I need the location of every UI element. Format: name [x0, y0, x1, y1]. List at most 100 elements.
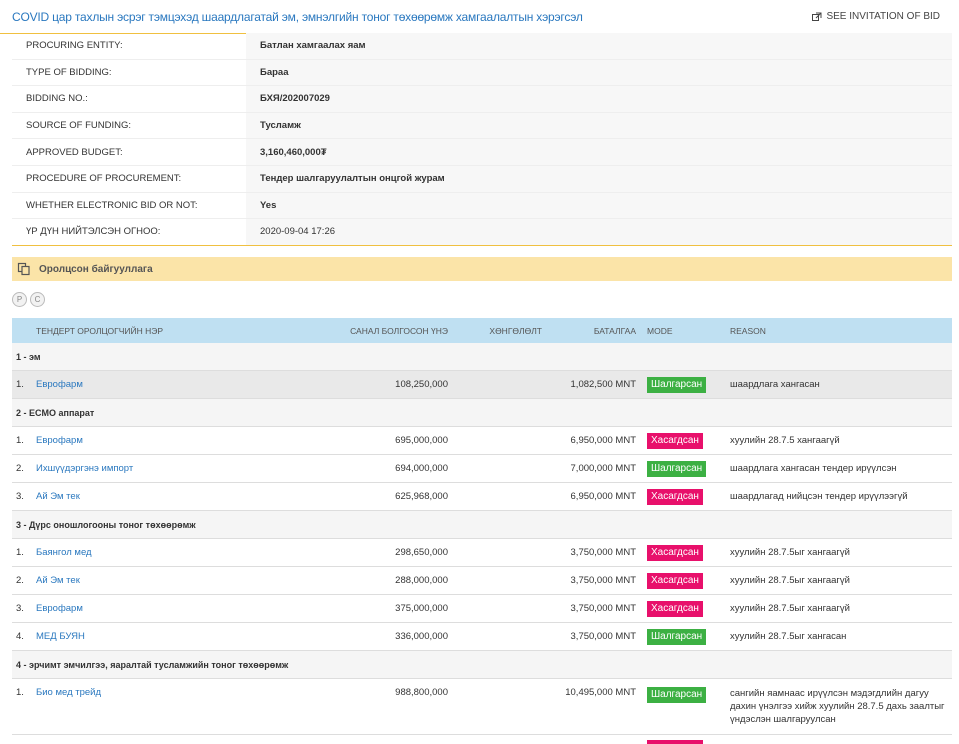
info-row: TYPE OF BIDDING: Бараа [12, 59, 952, 87]
row-number: 1. [16, 687, 24, 698]
bid-reason: шаардлага хангасан тендер ирүүлсэн [730, 463, 897, 474]
status-badge: Хасагдсан [647, 600, 703, 617]
info-label: TYPE OF BIDDING: [26, 66, 112, 78]
bidder-link[interactable]: Ай Эм тек [36, 575, 246, 586]
bid-price: 625,968,000 [395, 491, 448, 502]
bidder-link[interactable]: Био мед трейд [36, 687, 246, 698]
status-badge: Шалгарсан [647, 687, 707, 703]
page-header: COVID цар тахлын эсрэг тэмцэхэд шаардлаг… [0, 0, 952, 34]
table-row: 1. Био мед трейд 988,800,000 10,495,000 … [12, 679, 952, 735]
bid-price: 336,000,000 [395, 631, 448, 642]
info-label: WHETHER ELECTRONIC BID OR NOT: [26, 199, 198, 211]
bidder-link[interactable]: Еврофарм [36, 379, 246, 390]
info-label: PROCURING ENTITY: [26, 40, 123, 52]
bid-reason: хуулийн 28.7.5ыг хангасан [730, 631, 847, 642]
table-row: 2. Ай Эм тек 288,000,000 3,750,000 MNT Х… [12, 567, 952, 595]
row-number: 1. [16, 379, 24, 390]
row-number: 3. [16, 491, 24, 502]
bid-price: 288,000,000 [395, 575, 448, 586]
status-badge: Хасагдсан [647, 432, 703, 449]
info-value: 3,160,460,000₮ [246, 139, 952, 165]
info-row: ҮР ДҮН НИЙТЭЛСЭН ОГНОО: 2020-09-04 17:26 [12, 219, 952, 245]
bid-guarantee: 3,750,000 MNT [570, 575, 636, 586]
row-number: 2. [16, 575, 24, 586]
see-invitation-label: SEE INVITATION OF BID [826, 11, 940, 22]
see-invitation-link[interactable]: SEE INVITATION OF BID [812, 11, 940, 22]
info-row: PROCEDURE OF PROCUREMENT: Тендер шалгару… [12, 165, 952, 193]
group-row: 3 - Дүрс оношлогооны тоног төхөөрөмж [12, 511, 952, 539]
row-number: 1. [16, 547, 24, 558]
participants-table: ТЕНДЕРТ ОРОЛЦОГЧИЙН НЭР САНАЛ БОЛГОСОН Ү… [12, 318, 952, 735]
table-row: 3. Ай Эм тек 625,968,000 6,950,000 MNT Х… [12, 483, 952, 511]
row-number: 2. [16, 463, 24, 474]
bidder-link[interactable]: Ай Эм тек [36, 491, 246, 502]
bid-reason: шаардлагад нийцсэн тендер ирүүлээгүй [730, 491, 908, 502]
p-toggle-button[interactable]: P [12, 292, 27, 307]
info-row: WHETHER ELECTRONIC BID OR NOT: Yes [12, 192, 952, 220]
info-value: Батлан хамгаалах яам [246, 33, 952, 59]
bid-guarantee: 3,750,000 MNT [570, 547, 636, 558]
bid-guarantee: 1,082,500 MNT [570, 379, 636, 390]
info-value: БХЯ/202007029 [246, 86, 952, 112]
bid-reason: хуулийн 28.7.5ыг хангаагүй [730, 547, 850, 558]
header-name: ТЕНДЕРТ ОРОЛЦОГЧИЙН НЭР [36, 325, 164, 336]
bid-guarantee: 6,950,000 MNT [570, 435, 636, 446]
bidder-link[interactable]: Еврофарм [36, 603, 246, 614]
bid-guarantee: 10,495,000 MNT [565, 687, 636, 698]
table-row: 2. Ихшүүдэргэнэ импорт 694,000,000 7,000… [12, 455, 952, 483]
info-value: Тендер шалгаруулалтын онцгой журам [246, 165, 952, 192]
table-row: 1. Баянгол мед 298,650,000 3,750,000 MNT… [12, 539, 952, 567]
header-discount: ХӨНГӨЛӨЛТ [489, 325, 542, 336]
row-number: 3. [16, 603, 24, 614]
row-number: 1. [16, 435, 24, 446]
status-badge-partial [647, 740, 703, 744]
bid-price: 988,800,000 [395, 687, 448, 698]
bid-guarantee: 3,750,000 MNT [570, 631, 636, 642]
header-mode: MODE [647, 325, 673, 336]
bid-info-table: PROCURING ENTITY: Батлан хамгаалах яам T… [12, 33, 952, 246]
view-toggle-group: P C [12, 292, 45, 307]
bid-price: 694,000,000 [395, 463, 448, 474]
table-row: 3. Еврофарм 375,000,000 3,750,000 MNT Ха… [12, 595, 952, 623]
bid-reason: шаардлага хангасан [730, 379, 820, 390]
info-value: Бараа [246, 59, 952, 86]
c-toggle-button[interactable]: C [30, 292, 45, 307]
bid-price: 108,250,000 [395, 379, 448, 390]
status-badge: Шалгарсан [647, 376, 707, 393]
bidder-link[interactable]: Еврофарм [36, 435, 246, 446]
status-badge: Хасагдсан [647, 572, 703, 589]
table-header: ТЕНДЕРТ ОРОЛЦОГЧИЙН НЭР САНАЛ БОЛГОСОН Ү… [12, 318, 952, 343]
status-badge: Шалгарсан [647, 628, 707, 645]
info-label: SOURCE OF FUNDING: [26, 120, 132, 132]
bidder-link[interactable]: Баянгол мед [36, 547, 246, 558]
info-label: PROCEDURE OF PROCUREMENT: [26, 173, 182, 185]
table-row: 4. МЕД БУЯН 336,000,000 3,750,000 MNT Ша… [12, 623, 952, 651]
copy-icon [17, 262, 30, 276]
participants-section-header[interactable]: Оролцсон байгууллага [12, 257, 952, 281]
external-link-icon [812, 12, 822, 21]
status-badge: Хасагдсан [647, 544, 703, 561]
bid-reason: хуулийн 28.7.5ыг хангаагүй [730, 603, 850, 614]
bidder-link[interactable]: МЕД БУЯН [36, 631, 246, 642]
bid-guarantee: 6,950,000 MNT [570, 491, 636, 502]
bid-reason: хуулийн 28.7.5 хангаагүй [730, 435, 840, 446]
header-price: САНАЛ БОЛГОСОН ҮНЭ [350, 325, 448, 336]
info-row: SOURCE OF FUNDING: Тусламж [12, 112, 952, 140]
row-number: 4. [16, 631, 24, 642]
info-label: BIDDING NO.: [26, 93, 88, 105]
header-reason: REASON [730, 325, 766, 336]
bid-guarantee: 7,000,000 MNT [570, 463, 636, 474]
info-row: BIDDING NO.: БХЯ/202007029 [12, 86, 952, 113]
bid-guarantee: 3,750,000 MNT [570, 603, 636, 614]
header-guarantee: БАТАЛГАА [593, 325, 636, 336]
bid-price: 695,000,000 [395, 435, 448, 446]
bidder-link[interactable]: Ихшүүдэргэнэ импорт [36, 463, 246, 474]
info-row: PROCURING ENTITY: Батлан хамгаалах яам [12, 33, 952, 60]
bid-reason: сангийн яамнаас ирүүлсэн мэдэгдлийн дагу… [730, 688, 945, 725]
info-value: 2020-09-04 17:26 [246, 219, 952, 245]
info-value: Тусламж [246, 112, 952, 139]
section-title: Оролцсон байгууллага [39, 263, 153, 275]
status-badge: Хасагдсан [647, 488, 703, 505]
table-row: 1. Еврофарм 108,250,000 1,082,500 MNT Ша… [12, 371, 952, 399]
page-title: COVID цар тахлын эсрэг тэмцэхэд шаардлаг… [12, 10, 583, 24]
